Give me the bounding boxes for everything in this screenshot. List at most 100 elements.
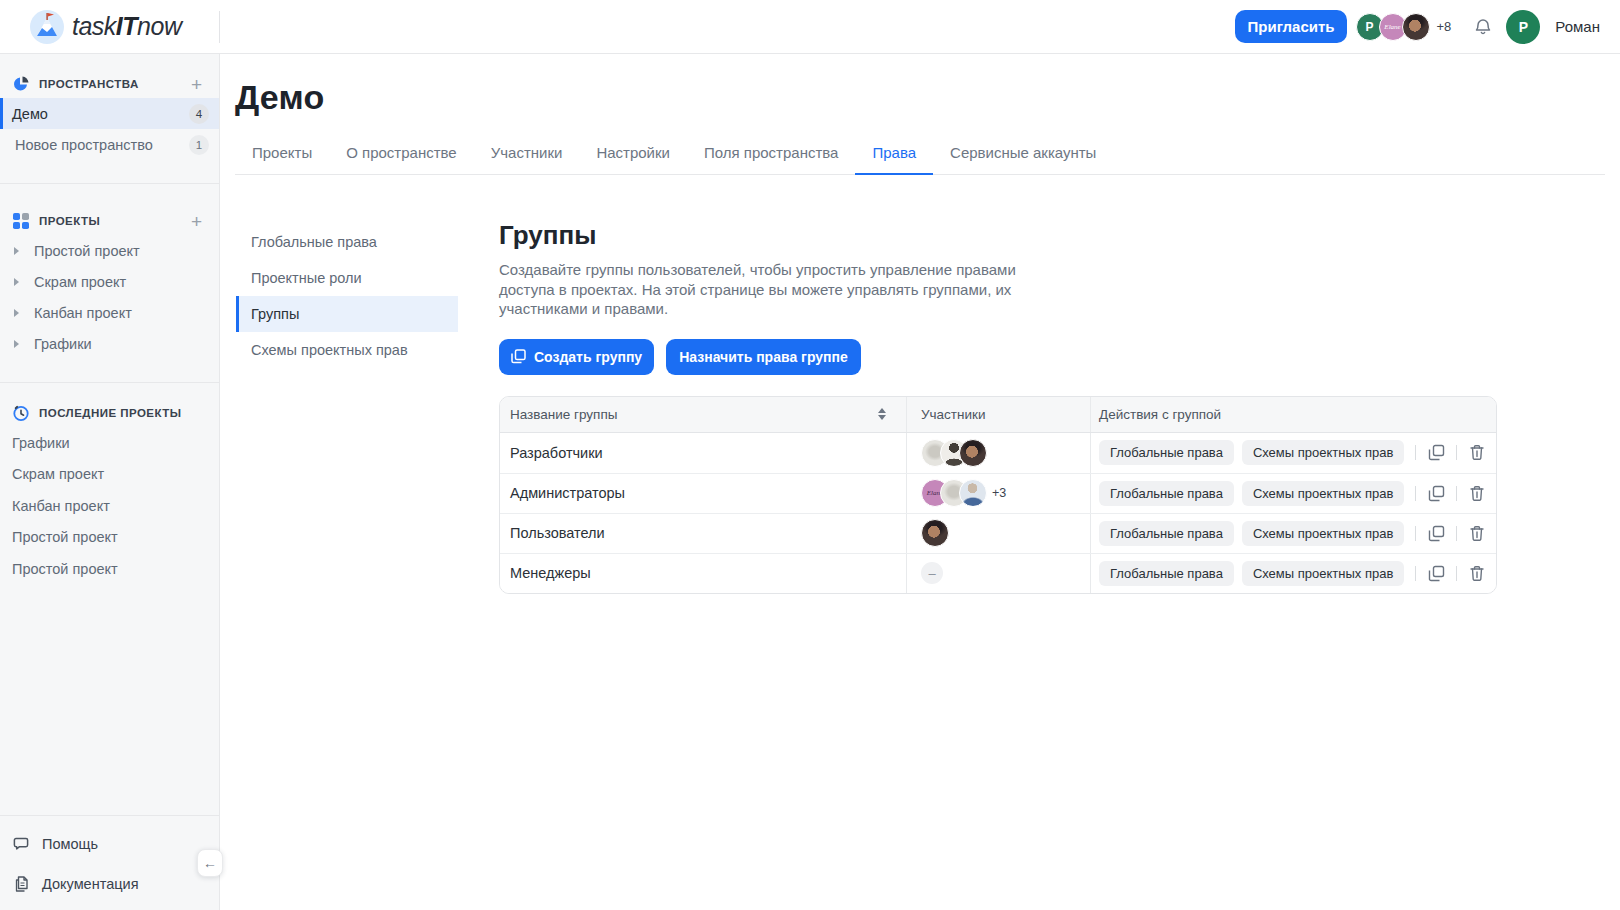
sidebar-project-item[interactable]: Канбан проект — [0, 297, 219, 328]
no-members-indicator: – — [921, 562, 943, 584]
copy-group-button[interactable] — [1427, 564, 1445, 582]
member-avatar — [959, 439, 987, 467]
expand-arrow-icon[interactable] — [14, 278, 19, 286]
copy-group-button[interactable] — [1427, 484, 1445, 502]
page-title: Демо — [235, 78, 1605, 117]
assign-permissions-button[interactable]: Назначить права группе — [666, 339, 861, 375]
subnav-permission-schemes[interactable]: Схемы проектных прав — [236, 332, 458, 368]
column-actions: Действия с группой — [1099, 407, 1221, 422]
tab-projects[interactable]: Проекты — [235, 144, 329, 174]
member-avatar — [921, 519, 949, 547]
global-permissions-chip[interactable]: Глобальные права — [1099, 481, 1234, 506]
column-members: Участники — [921, 407, 986, 422]
subnav-global-permissions[interactable]: Глобальные права — [236, 224, 458, 260]
group-members: Elane +3 — [906, 474, 1090, 513]
global-permissions-chip[interactable]: Глобальные права — [1099, 440, 1234, 465]
sidebar-project-item[interactable]: Графики — [0, 328, 219, 359]
sidebar-item-new-space[interactable]: Новое пространство 1 — [0, 129, 219, 160]
document-icon — [12, 874, 32, 894]
add-space-button[interactable]: + — [191, 75, 202, 94]
expand-arrow-icon[interactable] — [14, 309, 19, 317]
help-chat-icon — [12, 834, 32, 854]
tab-members[interactable]: Участники — [474, 144, 580, 174]
column-group-name: Название группы — [510, 407, 617, 422]
group-name: Менеджеры — [510, 565, 591, 581]
tab-settings[interactable]: Настройки — [579, 144, 687, 174]
logo-text: taskITnow — [72, 12, 181, 41]
sidebar-recent-item[interactable]: Простой проект — [0, 553, 219, 585]
sidebar-item-demo[interactable]: Демо 4 — [0, 98, 219, 129]
avatar-overflow-count: +8 — [1437, 19, 1452, 34]
group-members: – — [906, 554, 1090, 593]
group-members — [906, 433, 1090, 473]
documentation-link[interactable]: Документация — [0, 864, 219, 904]
help-link[interactable]: Помощь — [0, 824, 219, 864]
member-avatar-group[interactable]: P Elane — [1356, 13, 1430, 41]
space-badge: 4 — [189, 104, 209, 124]
table-row: Менеджеры – Глобальные права Схемы проек… — [500, 553, 1496, 593]
copy-group-button[interactable] — [1427, 524, 1445, 542]
add-project-button[interactable]: + — [191, 212, 202, 231]
space-label: Демо — [12, 106, 48, 122]
tab-about-space[interactable]: О пространстве — [329, 144, 474, 174]
delete-group-button[interactable] — [1468, 564, 1486, 582]
top-bar: taskITnow Пригласить P Elane +8 P Роман — [0, 0, 1620, 54]
copy-icon — [511, 349, 526, 364]
delete-group-button[interactable] — [1468, 484, 1486, 502]
expand-arrow-icon[interactable] — [14, 340, 19, 348]
user-name[interactable]: Роман — [1555, 18, 1600, 35]
create-group-button[interactable]: Создать группу — [499, 339, 654, 375]
tab-bar: Проекты О пространстве Участники Настрой… — [235, 144, 1605, 175]
logo[interactable]: taskITnow — [0, 0, 220, 53]
spaces-section-header: ПРОСТРАНСТВА + — [0, 70, 219, 98]
sidebar-recent-item[interactable]: Графики — [0, 427, 219, 459]
pie-chart-icon — [12, 75, 30, 93]
sort-icon[interactable] — [878, 408, 886, 420]
permission-schemes-chip[interactable]: Схемы проектных прав — [1242, 521, 1404, 546]
delete-group-button[interactable] — [1468, 444, 1486, 462]
permission-schemes-chip[interactable]: Схемы проектных прав — [1242, 440, 1404, 465]
groups-table: Название группы Участники Действия с гру… — [499, 396, 1497, 594]
notifications-bell-icon[interactable] — [1473, 17, 1493, 37]
global-permissions-chip[interactable]: Глобальные права — [1099, 521, 1234, 546]
subnav-groups[interactable]: Группы — [236, 296, 458, 332]
main-content: Демо Проекты О пространстве Участники На… — [220, 54, 1620, 910]
table-row: Администраторы Elane +3 Глобальные права… — [500, 473, 1496, 513]
sidebar-recent-item[interactable]: Скрам проект — [0, 459, 219, 491]
delete-group-button[interactable] — [1468, 524, 1486, 542]
sidebar-project-item[interactable]: Простой проект — [0, 235, 219, 266]
table-row: Разработчики Глобальные права Схемы прое… — [500, 433, 1496, 473]
group-name: Разработчики — [510, 445, 603, 461]
space-label: Новое пространство — [15, 137, 153, 153]
spaces-section-title: ПРОСТРАНСТВА — [39, 78, 139, 90]
group-name: Пользователи — [510, 525, 605, 541]
tab-space-fields[interactable]: Поля пространства — [687, 144, 856, 174]
clock-icon — [12, 404, 30, 422]
sidebar-recent-item[interactable]: Канбан проект — [0, 490, 219, 522]
tab-permissions[interactable]: Права — [855, 144, 933, 174]
group-members — [906, 514, 1090, 553]
groups-description: Создавайте группы пользователей, чтобы у… — [499, 260, 1027, 319]
space-badge: 1 — [189, 135, 209, 155]
table-header: Название группы Участники Действия с гру… — [500, 397, 1496, 433]
sidebar-project-item[interactable]: Скрам проект — [0, 266, 219, 297]
global-permissions-chip[interactable]: Глобальные права — [1099, 561, 1234, 586]
copy-group-button[interactable] — [1427, 444, 1445, 462]
sidebar-recent-item[interactable]: Простой проект — [0, 522, 219, 554]
expand-arrow-icon[interactable] — [14, 247, 19, 255]
sidebar-collapse-button[interactable]: ← — [197, 849, 223, 877]
invite-button[interactable]: Пригласить — [1235, 10, 1346, 43]
permission-schemes-chip[interactable]: Схемы проектных прав — [1242, 481, 1404, 506]
sidebar: ПРОСТРАНСТВА + Демо 4 Новое пространство… — [0, 54, 220, 910]
user-avatar[interactable]: P — [1506, 10, 1540, 44]
groups-heading: Группы — [499, 220, 1605, 251]
group-name: Администраторы — [510, 485, 625, 501]
recent-section-header: ПОСЛЕДНИЕ ПРОЕКТЫ — [0, 399, 219, 427]
subnav-project-roles[interactable]: Проектные роли — [236, 260, 458, 296]
avatar — [1402, 13, 1430, 41]
member-avatar — [959, 479, 987, 507]
permissions-subnav: Глобальные права Проектные роли Группы С… — [236, 224, 458, 594]
permission-schemes-chip[interactable]: Схемы проектных прав — [1242, 561, 1404, 586]
tab-service-accounts[interactable]: Сервисные аккаунты — [933, 144, 1113, 174]
projects-section-header: ПРОЕКТЫ + — [0, 207, 219, 235]
